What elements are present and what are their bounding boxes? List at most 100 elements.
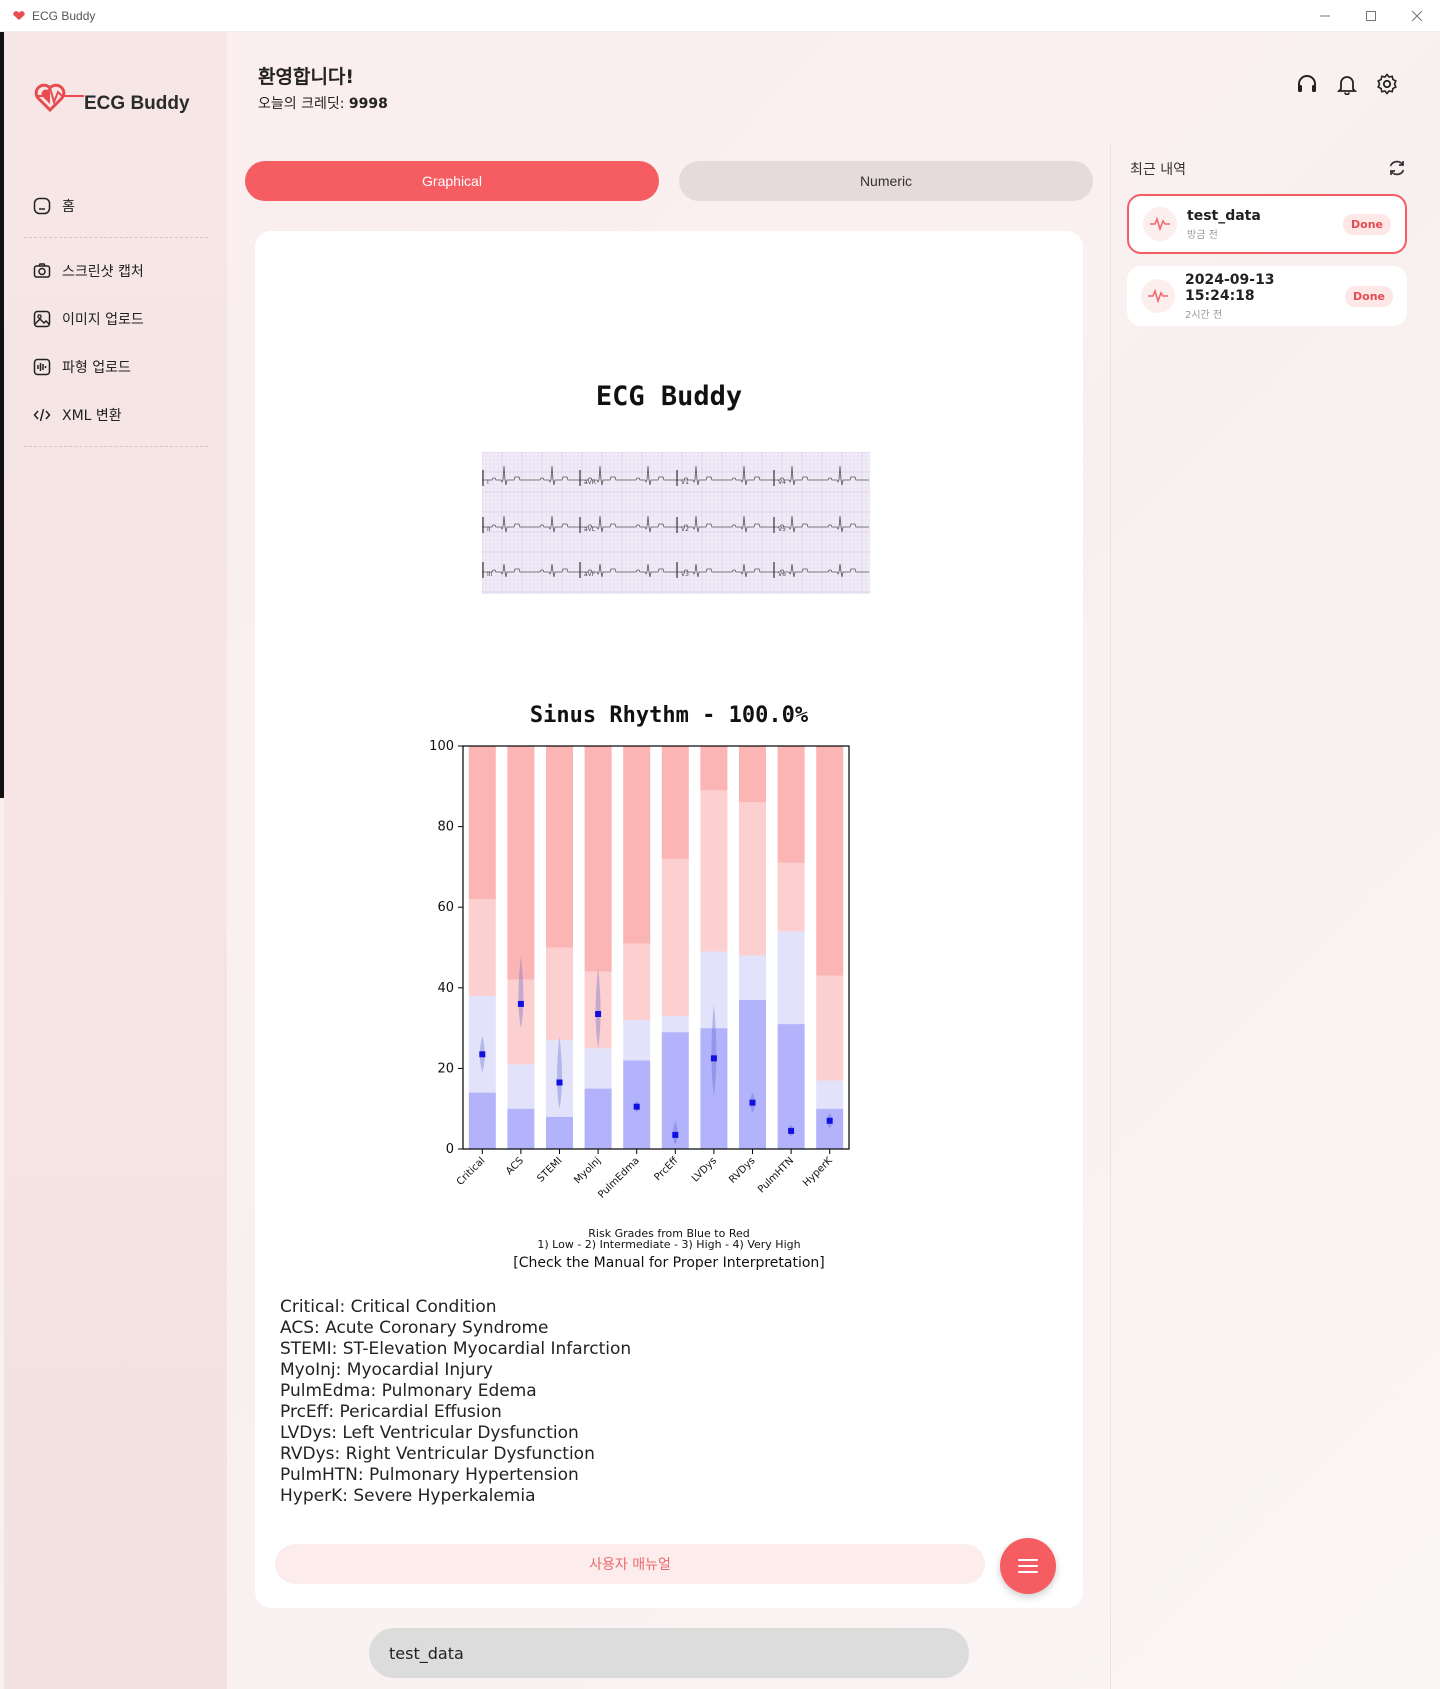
- maximize-button[interactable]: [1348, 0, 1394, 32]
- user-manual-button[interactable]: 사용자 매뉴얼: [275, 1544, 985, 1584]
- risk-grade-segment: [661, 858, 689, 1017]
- ecg-lead-label: V4: [778, 479, 786, 486]
- camera-icon: [32, 261, 52, 281]
- risk-grade-segment: [546, 947, 573, 1041]
- image-icon: [32, 309, 52, 329]
- close-button[interactable]: [1394, 0, 1440, 32]
- risk-grade-segment: [777, 862, 805, 932]
- credit-info: 오늘의 크레딧: 9998: [258, 93, 388, 113]
- score-marker: [749, 1099, 756, 1106]
- history-item-name: test_data: [1187, 207, 1261, 224]
- brand-logo[interactable]: ECG Buddy: [32, 76, 190, 116]
- risk-grade-segment: [546, 746, 573, 948]
- risk-grade-segment: [623, 943, 651, 1021]
- risk-grade-segment: [777, 931, 805, 1025]
- sidebar-divider: [24, 446, 208, 447]
- ecg-lead-label: II: [487, 526, 491, 533]
- abbreviation-item: RVDys: Right Ventricular Dysfunction: [280, 1444, 595, 1464]
- ecg-waveform-image: IaVR V1 V4 II aVL V2 V5 III aVF V3 V6: [482, 452, 870, 594]
- score-marker: [633, 1103, 640, 1110]
- status-badge: Done: [1345, 285, 1393, 307]
- score-marker: [788, 1127, 795, 1134]
- score-marker: [672, 1131, 679, 1138]
- risk-grade-segment: [700, 790, 728, 952]
- risk-grade-segment: [468, 746, 496, 900]
- welcome-title: 환영합니다!: [258, 66, 355, 88]
- history-title: 최근 내역: [1130, 162, 1186, 178]
- risk-grade-segment: [623, 1020, 651, 1061]
- ecg-lead-label: III: [487, 571, 493, 578]
- minimize-button[interactable]: [1302, 0, 1348, 32]
- sidebar-item-waveform-upload[interactable]: 파형 업로드: [24, 343, 208, 391]
- abbreviation-item: PulmHTN: Pulmonary Hypertension: [280, 1465, 579, 1485]
- history-item[interactable]: 2024-09-13 15:24:18 2시간 전 Done: [1127, 266, 1407, 326]
- risk-grade-segment: [816, 746, 844, 976]
- sidebar-item-label: XML 변환: [62, 408, 122, 424]
- file-name-input[interactable]: test_data: [369, 1628, 969, 1678]
- x-tick-label: MyoInj: [572, 1155, 603, 1186]
- x-tick-label: RVDys: [727, 1155, 757, 1185]
- risk-grade-segment: [507, 746, 535, 980]
- report-card: ECG Buddy IaVR V1 V4 II aVL V2 V5 III aVF V3 V6 Si…: [255, 231, 1083, 1608]
- menu-fab-button[interactable]: [1000, 1538, 1056, 1594]
- tab-graphical[interactable]: Graphical: [245, 161, 659, 201]
- history-item[interactable]: test_data 방금 전 Done: [1127, 194, 1407, 254]
- sidebar-item-xml-convert[interactable]: XML 변환: [24, 391, 208, 439]
- ecg-lead-label: aVR: [584, 479, 596, 486]
- close-icon: [1411, 10, 1423, 22]
- x-tick-label: PulmHTN: [756, 1155, 796, 1195]
- code-icon: [32, 405, 52, 425]
- risk-grade-segment: [468, 1092, 496, 1149]
- sidebar-item-screenshot[interactable]: 스크린샷 캡처: [24, 247, 208, 295]
- sidebar-nav: 홈 스크린샷 캡처 이미지 업로드 파형 업로드 XML 변환: [24, 182, 208, 456]
- gear-icon[interactable]: [1373, 70, 1401, 98]
- tab-numeric[interactable]: Numeric: [679, 161, 1093, 201]
- abbreviation-item: LVDys: Left Ventricular Dysfunction: [280, 1423, 579, 1443]
- ecg-lead-label: V3: [681, 571, 689, 578]
- sidebar-item-image-upload[interactable]: 이미지 업로드: [24, 295, 208, 343]
- status-badge: Done: [1343, 213, 1391, 235]
- score-marker: [517, 1000, 524, 1007]
- sidebar-item-home[interactable]: 홈: [24, 182, 208, 230]
- y-tick-label: 20: [437, 1061, 454, 1076]
- risk-grade-segment: [584, 1048, 612, 1089]
- risk-grade-segment: [507, 1064, 535, 1109]
- ecg-lead-label: aVL: [584, 526, 596, 533]
- chart-manual-note: [Check the Manual for Proper Interpretat…: [513, 1255, 825, 1271]
- risk-grade-segment: [623, 746, 651, 944]
- chart-footnote: Risk Grades from Blue to Red 1) Low - 2)…: [255, 1228, 1083, 1250]
- x-tick-label: HyperK: [801, 1155, 835, 1189]
- window-title: ECG Buddy: [32, 8, 96, 23]
- risk-grade-segment: [661, 1016, 689, 1033]
- ecg-lead-label: I: [487, 479, 489, 486]
- refresh-icon[interactable]: [1386, 157, 1408, 179]
- risk-grade-segment: [777, 746, 805, 863]
- x-tick-label: PulmEdma: [596, 1155, 641, 1200]
- ecg-pulse-icon: [1141, 279, 1175, 313]
- sidebar: ECG Buddy 홈 스크린샷 캡처 이미지 업로드 파형 업로드 XML 변…: [4, 32, 227, 1689]
- ecg-pulse-icon: [1143, 207, 1177, 241]
- score-marker: [710, 1055, 717, 1062]
- headset-icon[interactable]: [1293, 70, 1321, 98]
- bell-icon[interactable]: [1333, 70, 1361, 98]
- waveform-icon: [32, 357, 52, 377]
- x-tick-label: STEMI: [535, 1155, 564, 1184]
- abbreviation-item: MyoInj: Myocardial Injury: [280, 1360, 493, 1380]
- header-actions: [1293, 70, 1440, 110]
- abbreviation-item: STEMI: ST-Elevation Myocardial Infarctio…: [280, 1339, 632, 1359]
- brand-name: ECG Buddy: [84, 93, 190, 114]
- ecg-lead-label: V5: [778, 526, 786, 533]
- ecg-lead-label: V2: [681, 526, 689, 533]
- sidebar-item-label: 파형 업로드: [62, 360, 131, 376]
- x-tick-label: Critical: [455, 1155, 488, 1188]
- sidebar-item-label: 이미지 업로드: [62, 312, 144, 328]
- y-tick-label: 60: [437, 900, 454, 915]
- credit-label: 오늘의 크레딧:: [258, 96, 345, 112]
- sidebar-item-label: 홈: [62, 199, 75, 215]
- risk-grade-segment: [816, 1080, 844, 1109]
- risk-grade-segment: [468, 899, 496, 996]
- x-tick-label: LVDys: [690, 1155, 719, 1184]
- chart-footnote-line2: 1) Low - 2) Intermediate - 3) High - 4) …: [537, 1238, 801, 1251]
- abbreviation-item: PulmEdma: Pulmonary Edema: [280, 1381, 537, 1401]
- y-tick-label: 100: [429, 739, 454, 754]
